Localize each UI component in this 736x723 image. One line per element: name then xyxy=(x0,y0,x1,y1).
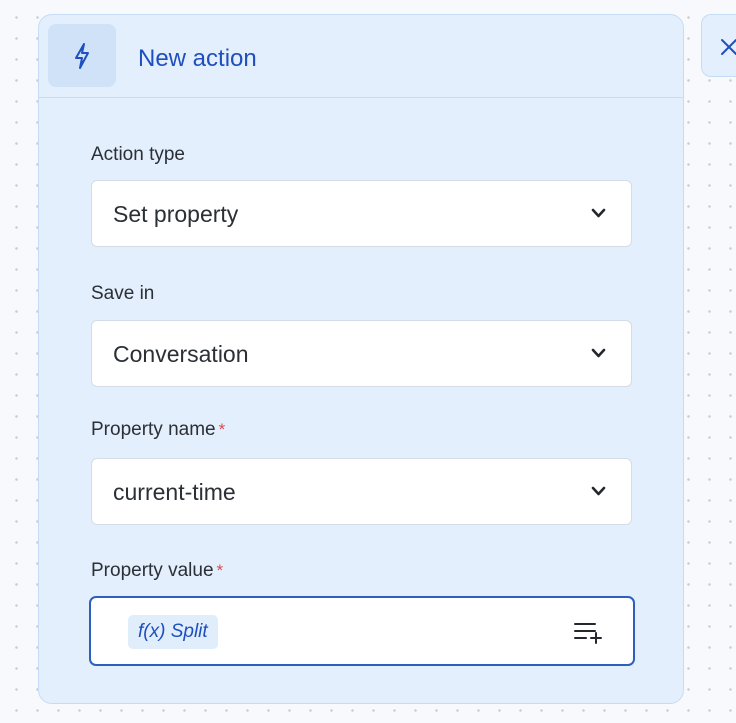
action-type-label: Action type xyxy=(91,143,185,167)
required-mark: * xyxy=(218,420,226,439)
chevron-down-icon xyxy=(591,348,606,358)
side-panel-tab[interactable] xyxy=(701,14,736,77)
required-mark: * xyxy=(216,561,224,580)
property-name-value: current-time xyxy=(113,479,236,505)
property-value-field[interactable]: f(x) Split xyxy=(89,596,635,666)
save-in-value: Conversation xyxy=(113,341,249,367)
function-chip[interactable]: f(x) Split xyxy=(128,615,218,649)
save-in-label: Save in xyxy=(91,282,154,306)
action-type-select[interactable]: Set property xyxy=(91,180,632,247)
new-action-panel: New action Action type Set property Save… xyxy=(38,14,684,704)
panel-title: New action xyxy=(138,45,257,72)
property-value-label: Property value * xyxy=(91,559,223,583)
chevron-down-icon xyxy=(591,208,606,218)
action-type-label-text: Action type xyxy=(91,144,185,165)
property-name-label-text: Property name xyxy=(91,419,216,440)
panel-header: New action xyxy=(39,15,683,98)
chevron-down-icon xyxy=(591,486,606,496)
save-in-label-text: Save in xyxy=(91,283,155,304)
property-value-label-text: Property value xyxy=(91,560,214,581)
action-type-value: Set property xyxy=(113,201,239,227)
close-icon[interactable] xyxy=(719,37,736,57)
list-add-icon[interactable] xyxy=(573,620,607,644)
property-name-select[interactable]: current-time xyxy=(91,458,632,525)
lightning-bolt-icon xyxy=(48,24,116,87)
save-in-select[interactable]: Conversation xyxy=(91,320,632,387)
property-name-label: Property name * xyxy=(91,418,225,442)
